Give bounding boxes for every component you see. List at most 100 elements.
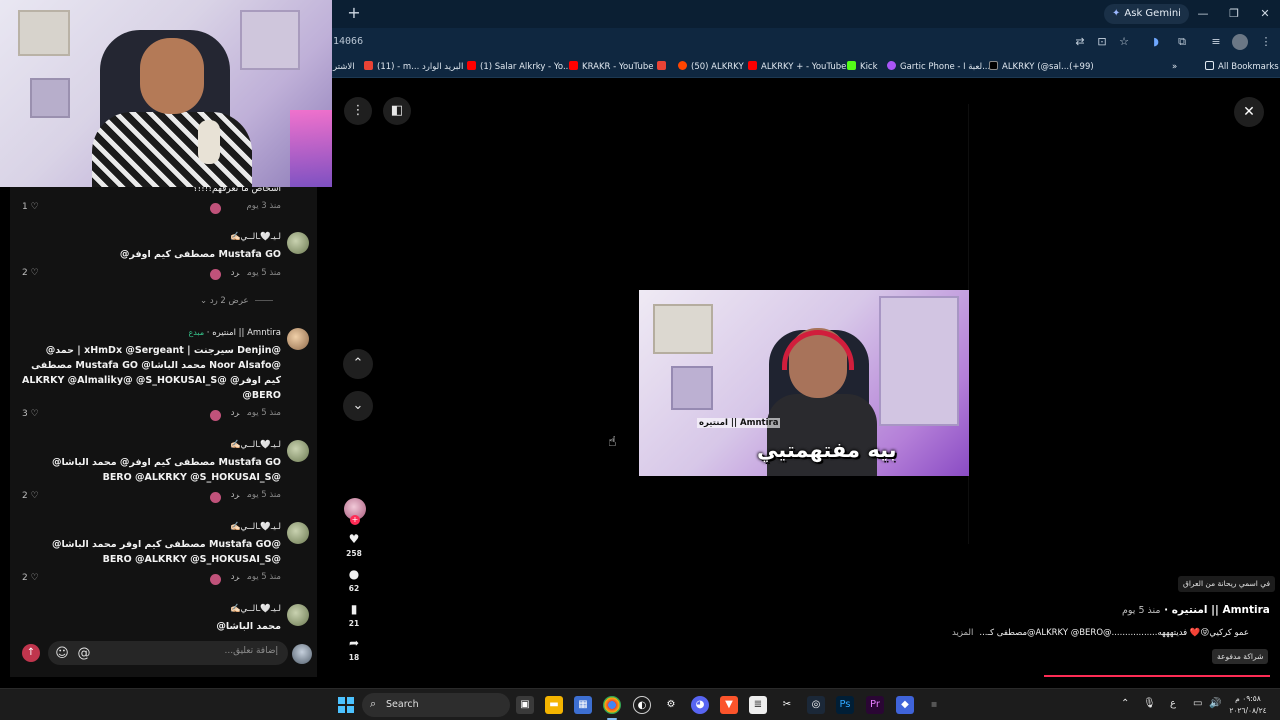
collapse-panel-button[interactable]: ◧ [383, 97, 411, 125]
mention-icon[interactable]: @ [76, 646, 92, 662]
capcut-icon[interactable]: ✂ [778, 696, 796, 714]
author-name: Amntira || امنتيره [1171, 604, 1270, 616]
profile-avatar[interactable] [1232, 34, 1248, 50]
all-bookmarks-button[interactable]: All Bookmarks [1205, 60, 1279, 74]
commenter-name[interactable]: لـيـ🤍ـالــي✍🏻 [230, 604, 281, 614]
heart-icon[interactable]: ♥ [346, 532, 362, 546]
store-icon[interactable]: ▦ [574, 696, 592, 714]
commenter-name[interactable]: لـيـ🤍ـالــي✍🏻 [230, 440, 281, 450]
bookmark-item[interactable]: ALKRKY + - YouTube [748, 60, 846, 74]
reply-button[interactable]: رد [231, 572, 239, 582]
commenter-name[interactable]: لـيـ🤍ـالــي✍🏻 [230, 232, 281, 242]
comment-item: لـيـ🤍ـالــي✍🏻 محمد الباشا@ [13, 602, 309, 632]
bookmark-item[interactable]: (50) ALKRKY [678, 60, 744, 74]
commenter-avatar[interactable] [287, 522, 309, 544]
heart-icon: ♡ [30, 573, 39, 583]
bookmark-star-icon[interactable]: ☆ [1116, 34, 1132, 50]
reply-button[interactable]: رد [231, 490, 239, 500]
commenter-avatar[interactable] [287, 328, 309, 350]
steam-icon[interactable]: ◎ [807, 696, 825, 714]
bookmark-item[interactable]: الاشتر [333, 60, 355, 74]
reply-button[interactable]: رد [231, 268, 239, 278]
bookmark-item[interactable]: KRAKR - YouTube [569, 60, 653, 74]
file-explorer-icon[interactable]: ▬ [545, 696, 563, 714]
comment-text: @Mustafa GO مصطفى كيم اوفر محمد الباشا@ … [52, 539, 281, 565]
commenter-name[interactable]: Amntira || امنتيره · مبدع [188, 328, 281, 338]
taskbar-search[interactable]: ⌕ Search [362, 693, 510, 717]
app-icon[interactable]: ▪ [925, 696, 943, 714]
share-icon[interactable]: ➦ [346, 636, 362, 650]
next-video-button[interactable]: ⌄ [343, 391, 373, 421]
comment-input[interactable]: ☺ @ إضافة تعليق... [48, 641, 288, 665]
brave-icon[interactable]: ▼ [720, 696, 738, 714]
close-viewer-button[interactable]: ✕ [1234, 97, 1264, 127]
post-author[interactable]: Amntira || امنتيره · منذ 5 يوم [1122, 604, 1270, 616]
comment-icon[interactable]: ● [346, 567, 362, 581]
play-button-plaque [30, 78, 70, 118]
previous-video-button[interactable]: ⌃ [343, 349, 373, 379]
like-count[interactable]: 3 ♡ [22, 409, 39, 419]
video-caption: بيه مفتهمتيي [757, 438, 897, 462]
send-button[interactable]: ↑ [22, 644, 40, 662]
follow-plus-icon[interactable]: + [350, 515, 360, 525]
like-count[interactable]: 2 ♡ [22, 573, 39, 583]
bookmark-item[interactable]: (11) - m... البريد الوارد [364, 60, 463, 74]
browser-menu-icon[interactable]: ⋮ [1258, 34, 1274, 50]
streamer-shirt [92, 112, 252, 187]
bookmark-item[interactable] [657, 60, 670, 74]
like-count[interactable]: 2 ♡ [22, 491, 39, 501]
task-view-icon[interactable]: ▣ [516, 696, 534, 714]
bookmark-item[interactable]: Kick [847, 60, 878, 74]
taskbar-clock[interactable]: ٠٩:٥٨ م ٢٠٢٦/٠٨/٢٤ [1224, 693, 1272, 717]
discord-icon[interactable]: ◕ [691, 696, 709, 714]
restore-button[interactable]: ❐ [1225, 5, 1243, 23]
install-app-icon[interactable]: ⊡ [1094, 34, 1110, 50]
commenter-name[interactable]: لـيـ🤍ـالــي✍🏻 [230, 522, 281, 532]
person-body [767, 394, 877, 476]
premiere-icon[interactable]: Pr [866, 696, 884, 714]
view-replies-button[interactable]: عرض 2 رد ⌄ [200, 296, 273, 306]
media-controls-icon[interactable]: ≡ [1208, 34, 1224, 50]
see-more-link[interactable]: المزيد [952, 628, 973, 638]
extensions-puzzle-icon[interactable]: ⧉ [1174, 34, 1190, 50]
emoji-icon[interactable]: ☺ [54, 646, 70, 662]
bookmark-icon[interactable]: ▮ [346, 602, 362, 616]
photoshop-icon[interactable]: Ps [836, 696, 854, 714]
commenter-avatar[interactable] [287, 604, 309, 626]
app-icon[interactable]: ◆ [896, 696, 914, 714]
music-tag[interactable]: في اسمي ريحانة من العراق [1178, 576, 1276, 592]
bookmark-item[interactable]: ALKRKY (@sal...(+99) [989, 60, 1094, 74]
extension-icon[interactable]: ◗ [1148, 34, 1164, 50]
more-options-button[interactable]: ⋮ [344, 97, 372, 125]
tiktok-icon [989, 61, 998, 70]
obs-icon[interactable]: ◐ [633, 696, 651, 714]
translate-icon[interactable]: ⇄ [1072, 34, 1088, 50]
creator-avatar[interactable]: + [344, 498, 366, 525]
minimize-button[interactable]: — [1194, 5, 1212, 23]
reply-button[interactable]: رد [231, 408, 239, 418]
video-progress-bar[interactable] [1044, 675, 1270, 677]
tray-overflow-icon[interactable]: ⌃ [1121, 698, 1129, 709]
like-count[interactable]: 2 ♡ [22, 268, 39, 278]
url-text[interactable]: 14066 [333, 36, 363, 47]
network-icon[interactable]: ▭ [1193, 698, 1202, 709]
close-window-button[interactable]: ✕ [1256, 5, 1274, 23]
like-count[interactable]: 1 ♡ [22, 202, 39, 212]
video-player[interactable]: امنتيره || Amntira بيه مفتهمتيي [639, 290, 969, 476]
chrome-icon[interactable] [603, 696, 621, 714]
paid-partnership-tag: شراكة مدفوعة [1212, 649, 1269, 664]
notepad-icon[interactable]: ≣ [749, 696, 767, 714]
language-indicator[interactable]: ع [1170, 698, 1176, 709]
shelf [879, 296, 959, 426]
ask-gemini-button[interactable]: ✦ Ask Gemini [1104, 4, 1189, 24]
bookmark-item[interactable]: (1) Salar Alkrky - Yo... [467, 60, 571, 74]
settings-gear-icon[interactable]: ⚙ [662, 696, 680, 714]
windows-start-icon[interactable] [338, 697, 354, 713]
microphone-icon[interactable]: 🎙 [1143, 698, 1156, 709]
commenter-avatar[interactable] [287, 440, 309, 462]
bookmark-item[interactable]: Gartic Phone - لعبة ا... [887, 60, 990, 74]
new-tab-button[interactable]: + [346, 5, 362, 21]
more-bookmarks-button[interactable]: » [1172, 60, 1177, 74]
commenter-avatar[interactable] [287, 232, 309, 254]
volume-icon[interactable]: 🔊 [1209, 698, 1221, 709]
